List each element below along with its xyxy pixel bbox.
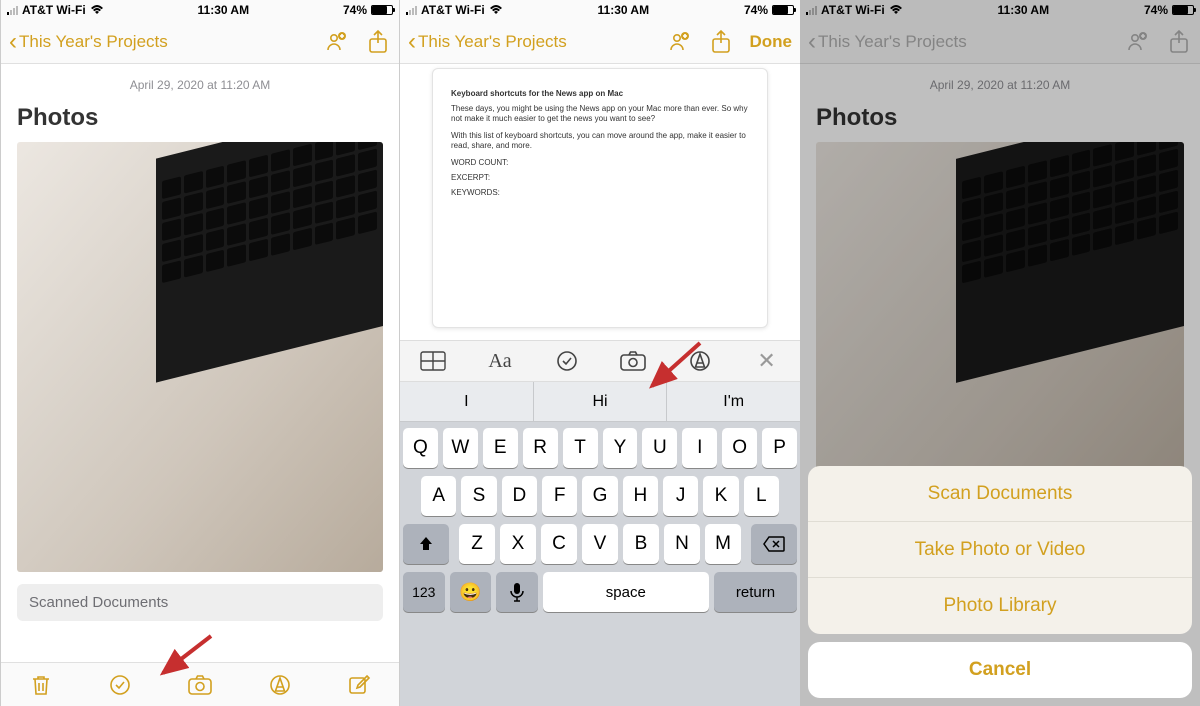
sheet-take-photo[interactable]: Take Photo or Video bbox=[808, 522, 1192, 578]
battery-icon bbox=[371, 5, 393, 15]
document-preview[interactable]: Keyboard shortcuts for the News app on M… bbox=[432, 68, 768, 328]
key-e[interactable]: E bbox=[483, 428, 518, 468]
share-icon[interactable] bbox=[365, 29, 391, 55]
key-a[interactable]: A bbox=[421, 476, 456, 516]
share-icon[interactable] bbox=[708, 29, 734, 55]
doc-wordcount: WORD COUNT: bbox=[451, 158, 749, 167]
status-bar: AT&T Wi-Fi 11:30 AM 74% bbox=[400, 0, 800, 20]
clock: 11:30 AM bbox=[598, 3, 650, 17]
bottom-toolbar bbox=[1, 662, 399, 706]
markup-icon[interactable] bbox=[684, 345, 716, 377]
sheet-photo-library[interactable]: Photo Library bbox=[808, 578, 1192, 634]
backspace-key[interactable] bbox=[751, 524, 797, 564]
key-i[interactable]: I bbox=[682, 428, 717, 468]
space-key[interactable]: space bbox=[543, 572, 709, 612]
key-k[interactable]: K bbox=[703, 476, 738, 516]
key-x[interactable]: X bbox=[500, 524, 536, 564]
note-timestamp: April 29, 2020 at 11:20 AM bbox=[17, 74, 383, 104]
key-g[interactable]: G bbox=[582, 476, 617, 516]
doc-heading: Keyboard shortcuts for the News app on M… bbox=[451, 89, 749, 98]
checklist-icon[interactable] bbox=[106, 671, 134, 699]
key-w[interactable]: W bbox=[443, 428, 478, 468]
battery-pct: 74% bbox=[343, 3, 367, 17]
note-body[interactable]: April 29, 2020 at 11:20 AM Photos Scanne… bbox=[1, 64, 399, 662]
table-icon[interactable] bbox=[417, 345, 449, 377]
shift-key[interactable] bbox=[403, 524, 449, 564]
doc-keywords: KEYWORDS: bbox=[451, 188, 749, 197]
key-p[interactable]: P bbox=[762, 428, 797, 468]
doc-excerpt: EXCERPT: bbox=[451, 173, 749, 182]
keyboard: QWERTYUIOP ASDFGHJKL ZXCVBNM 123 😀 space… bbox=[400, 422, 800, 706]
carrier-label: AT&T Wi-Fi bbox=[22, 3, 86, 17]
key-y[interactable]: Y bbox=[603, 428, 638, 468]
back-button[interactable]: ‹ This Year's Projects bbox=[9, 30, 168, 54]
collaborate-icon[interactable] bbox=[666, 29, 692, 55]
key-n[interactable]: N bbox=[664, 524, 700, 564]
suggestion[interactable]: I'm bbox=[667, 382, 800, 421]
key-b[interactable]: B bbox=[623, 524, 659, 564]
signal-icon bbox=[7, 5, 18, 15]
key-s[interactable]: S bbox=[461, 476, 496, 516]
screen-3-action-sheet: AT&T Wi-Fi 11:30 AM 74% ‹ This Year's Pr… bbox=[800, 0, 1200, 706]
trash-icon[interactable] bbox=[27, 671, 55, 699]
screen-2-keyboard-view: AT&T Wi-Fi 11:30 AM 74% ‹ This Year's Pr… bbox=[400, 0, 800, 706]
back-label: This Year's Projects bbox=[19, 32, 168, 52]
nav-bar: ‹ This Year's Projects bbox=[1, 20, 399, 64]
sheet-cancel[interactable]: Cancel bbox=[808, 642, 1192, 698]
scanned-documents-row[interactable]: Scanned Documents bbox=[17, 584, 383, 621]
wifi-icon bbox=[489, 5, 503, 15]
key-c[interactable]: C bbox=[541, 524, 577, 564]
nav-bar: ‹ This Year's Projects Done bbox=[400, 20, 800, 64]
camera-icon[interactable] bbox=[617, 345, 649, 377]
action-sheet: Scan Documents Take Photo or Video Photo… bbox=[808, 466, 1192, 698]
return-key[interactable]: return bbox=[714, 572, 797, 612]
done-button[interactable]: Done bbox=[750, 32, 793, 52]
emoji-key[interactable]: 😀 bbox=[450, 572, 492, 612]
carrier-label: AT&T Wi-Fi bbox=[421, 3, 485, 17]
quicktype-bar: I Hi I'm bbox=[400, 382, 800, 422]
key-t[interactable]: T bbox=[563, 428, 598, 468]
note-body[interactable]: Keyboard shortcuts for the News app on M… bbox=[400, 64, 800, 340]
note-photo[interactable] bbox=[17, 142, 383, 572]
back-label: This Year's Projects bbox=[418, 32, 567, 52]
key-q[interactable]: Q bbox=[403, 428, 438, 468]
compose-icon[interactable] bbox=[345, 671, 373, 699]
sheet-scan-documents[interactable]: Scan Documents bbox=[808, 466, 1192, 522]
chevron-left-icon: ‹ bbox=[408, 30, 416, 54]
key-z[interactable]: Z bbox=[459, 524, 495, 564]
battery-icon bbox=[772, 5, 794, 15]
collaborate-icon[interactable] bbox=[323, 29, 349, 55]
key-o[interactable]: O bbox=[722, 428, 757, 468]
battery-pct: 74% bbox=[744, 3, 768, 17]
clock: 11:30 AM bbox=[198, 3, 250, 17]
key-v[interactable]: V bbox=[582, 524, 618, 564]
key-r[interactable]: R bbox=[523, 428, 558, 468]
numbers-key[interactable]: 123 bbox=[403, 572, 445, 612]
note-title: Photos bbox=[17, 104, 383, 132]
key-l[interactable]: L bbox=[744, 476, 779, 516]
suggestion[interactable]: I bbox=[400, 382, 534, 421]
key-f[interactable]: F bbox=[542, 476, 577, 516]
key-u[interactable]: U bbox=[642, 428, 677, 468]
wifi-icon bbox=[90, 5, 104, 15]
suggestion[interactable]: Hi bbox=[534, 382, 668, 421]
format-toolbar: Aa ✕ bbox=[400, 340, 800, 382]
back-button[interactable]: ‹ This Year's Projects bbox=[408, 30, 567, 54]
dictation-key[interactable] bbox=[496, 572, 538, 612]
doc-paragraph: These days, you might be using the News … bbox=[451, 104, 749, 125]
key-d[interactable]: D bbox=[502, 476, 537, 516]
checklist-icon[interactable] bbox=[551, 345, 583, 377]
key-j[interactable]: J bbox=[663, 476, 698, 516]
screen-1-note-view: AT&T Wi-Fi 11:30 AM 74% ‹ This Year's Pr… bbox=[0, 0, 400, 706]
signal-icon bbox=[406, 5, 417, 15]
doc-paragraph: With this list of keyboard shortcuts, yo… bbox=[451, 131, 749, 152]
key-m[interactable]: M bbox=[705, 524, 741, 564]
markup-icon[interactable] bbox=[266, 671, 294, 699]
status-bar: AT&T Wi-Fi 11:30 AM 74% bbox=[1, 0, 399, 20]
chevron-left-icon: ‹ bbox=[9, 30, 17, 54]
camera-icon[interactable] bbox=[186, 671, 214, 699]
textformat-icon[interactable]: Aa bbox=[484, 345, 516, 377]
close-icon[interactable]: ✕ bbox=[751, 345, 783, 377]
key-h[interactable]: H bbox=[623, 476, 658, 516]
